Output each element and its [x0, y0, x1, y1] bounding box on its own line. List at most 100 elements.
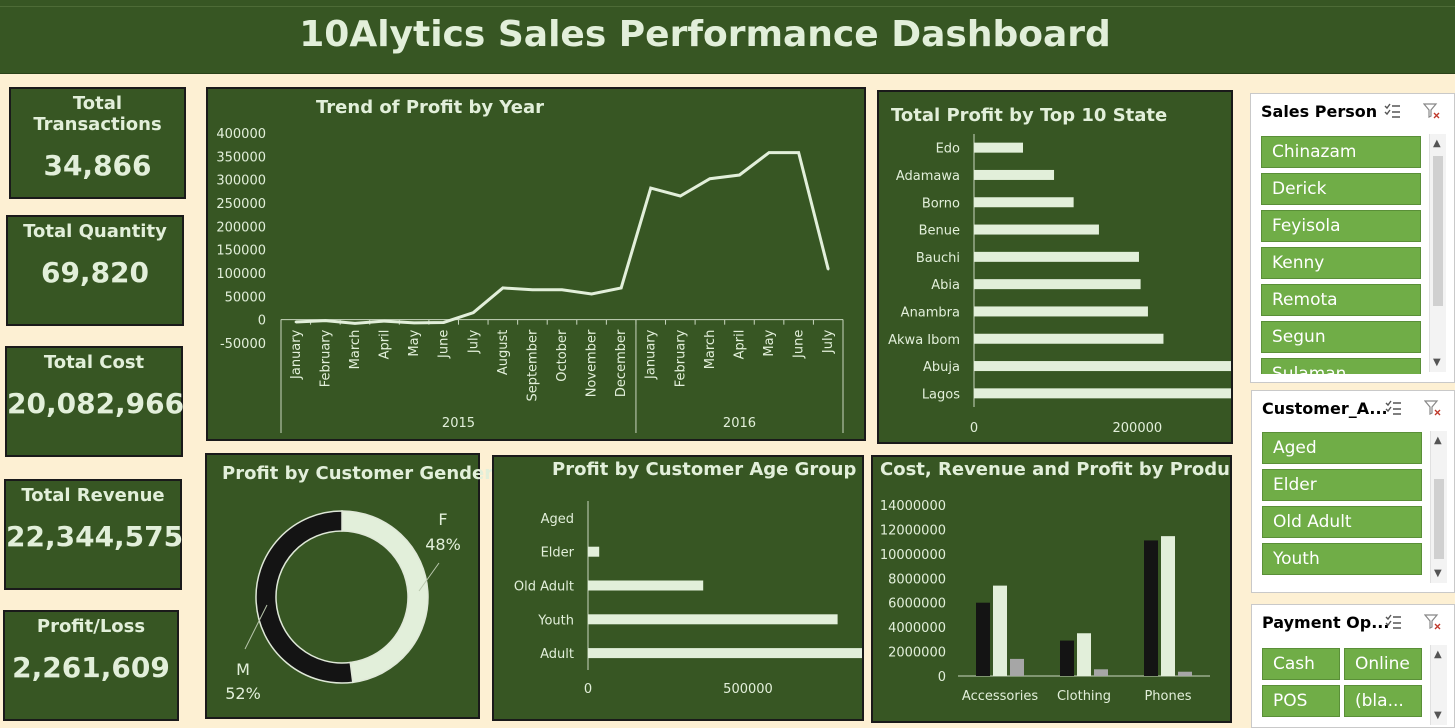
y-tick-label: 14000000 [880, 499, 946, 514]
kpi-label: Total Quantity [23, 221, 167, 242]
slicer-item[interactable]: Chinazam [1261, 136, 1421, 168]
slice-percent: 48% [425, 535, 461, 554]
line-chart-svg: 400000 350000 300000 250000 200000 150000 1000… [216, 127, 844, 433]
x-tick-label: 500000 [723, 682, 773, 697]
slicer-scrollbar[interactable]: ▲ ▼ [1430, 645, 1447, 725]
y-tick-label: 350000 [216, 150, 266, 165]
slicer-item[interactable]: Segun [1261, 321, 1421, 353]
scroll-thumb[interactable] [1434, 479, 1444, 559]
x-tick-label: March [348, 330, 363, 370]
line-point [679, 194, 682, 198]
slicer-items: Chinazam Derick Feyisola Kenny Remota Se… [1261, 134, 1423, 374]
line-point [324, 319, 327, 322]
x-tick-label: June [792, 330, 807, 359]
y-tick-label: Benue [919, 224, 960, 239]
kpi-profit-loss: Profit/Loss 2,261,609 [3, 610, 179, 721]
x-tick-label: April [378, 330, 393, 360]
y-tick-label: Edo [936, 142, 960, 157]
line-point [442, 321, 445, 324]
scroll-up-icon[interactable]: ▲ [1434, 649, 1442, 660]
chart-profit-by-gender[interactable]: Profit by Customer Gender F 48% M 52% [205, 453, 493, 719]
y-tick-label: Anambra [901, 305, 960, 320]
line-point [412, 321, 416, 325]
slicer-item[interactable]: Old Adult [1262, 506, 1422, 538]
clear-filter-icon[interactable] [1423, 102, 1441, 120]
line-point [708, 177, 712, 180]
age-bar-svg: AgedElderOld AdultYouthAdult050000010000… [514, 501, 862, 697]
y-tick-label: 4000000 [888, 621, 946, 636]
x-tick-label: June [437, 330, 452, 359]
scroll-up-icon[interactable]: ▲ [1434, 435, 1442, 446]
slicer-item[interactable]: Aged [1262, 432, 1422, 464]
scroll-down-icon[interactable]: ▼ [1434, 710, 1442, 721]
multi-select-icon[interactable] [1384, 613, 1402, 631]
slicer-item[interactable]: Youth [1262, 543, 1422, 575]
column-bar [1178, 671, 1192, 676]
slicer-item[interactable]: Feyisola [1261, 210, 1421, 242]
clear-filter-icon[interactable] [1424, 613, 1442, 631]
scroll-down-icon[interactable]: ▼ [1434, 568, 1442, 579]
title-bar: 10Alytics Sales Performance Dashboard [0, 0, 1455, 74]
dashboard-title: 10Alytics Sales Performance Dashboard [299, 14, 1111, 55]
slicer-item[interactable]: (bla... [1344, 685, 1422, 717]
y-tick-label: 0 [938, 670, 946, 685]
line-point [619, 286, 623, 290]
kpi-total-transactions: Total Transactions 34,866 [9, 87, 186, 199]
y-tick-label: 12000000 [880, 523, 946, 538]
chart-product-cat[interactable]: Cost, Revenue and Profit by Product_cat … [871, 455, 1232, 723]
column-bar [993, 585, 1007, 676]
column-bar [1144, 540, 1158, 676]
column-bar [1060, 640, 1074, 676]
y-tick-label: Old Adult [514, 580, 574, 595]
x-tick-label: 200000 [1113, 421, 1163, 436]
state-bar [974, 388, 1231, 399]
x-tick-label: Accessories [962, 689, 1038, 704]
slicer-item[interactable]: POS [1262, 685, 1340, 717]
clear-filter-icon[interactable] [1424, 399, 1442, 417]
slicer-item[interactable]: Remota [1261, 284, 1421, 316]
kpi-value: 2,261,609 [12, 651, 170, 684]
slicer-item[interactable]: Sulaman [1261, 358, 1421, 374]
y-tick-label: 200000 [216, 220, 266, 235]
kpi-label: Profit/Loss [36, 616, 146, 637]
slicer-item[interactable]: Derick [1261, 173, 1421, 205]
x-tick-label: January [289, 329, 304, 380]
kpi-label: Total Transactions [33, 93, 162, 135]
line-point [501, 286, 505, 290]
state-bar [974, 224, 1099, 235]
chart-profit-by-age[interactable]: Profit by Customer Age Group Aged Elder Ol… [492, 455, 864, 721]
column-bar [1010, 658, 1024, 676]
x-tick-label: February [673, 329, 688, 387]
year-group-label: 2015 [442, 416, 475, 431]
y-tick-label: Abia [931, 278, 960, 293]
slicer-item[interactable]: Elder [1262, 469, 1422, 501]
x-tick-label: Phones [1144, 689, 1191, 704]
y-tick-label: 150000 [216, 244, 266, 259]
y-tick-label: -50000 [220, 337, 266, 352]
kpi-label: Total Cost [43, 352, 145, 373]
chart-profit-trend[interactable]: Trend of Profit by Year 400000 350000 3000… [206, 87, 866, 441]
x-tick-label: May [762, 329, 777, 356]
multi-select-icon[interactable] [1384, 399, 1402, 417]
chart-profit-by-state[interactable]: Total Profit by Top 10 State Edo Adamawa B… [877, 90, 1233, 444]
slicer-scrollbar[interactable]: ▲ ▼ [1430, 431, 1447, 583]
scroll-thumb[interactable] [1433, 156, 1443, 306]
line-point [797, 151, 800, 154]
slicer-item[interactable]: Cash [1262, 648, 1340, 680]
kpi-total-cost: Total Cost 20,082,966 [5, 346, 184, 457]
slicer-scrollbar[interactable]: ▲ ▼ [1429, 134, 1446, 372]
scroll-down-icon[interactable]: ▼ [1433, 357, 1441, 368]
sheet-gridlines [0, 0, 1455, 7]
slicer-item[interactable]: Online [1344, 648, 1422, 680]
state-bar [974, 169, 1055, 180]
slicer-item[interactable]: Kenny [1261, 247, 1421, 279]
slicer-title: Customer_A... [1262, 399, 1388, 418]
y-tick-label: Lagos [922, 387, 960, 402]
kpi-label: Total Revenue [21, 485, 165, 506]
state-bar [974, 333, 1164, 344]
x-tick-label: August [496, 330, 511, 376]
y-tick-label: 100000 [216, 267, 266, 282]
scroll-up-icon[interactable]: ▲ [1433, 138, 1441, 149]
multi-select-icon[interactable] [1383, 102, 1401, 120]
y-tick-label: Borno [922, 196, 960, 211]
